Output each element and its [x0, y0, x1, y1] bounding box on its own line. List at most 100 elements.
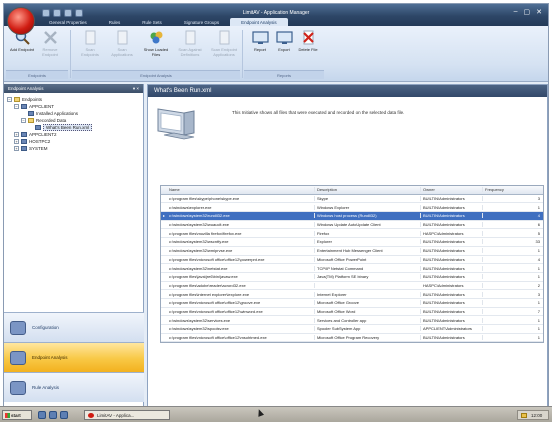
left-panel-title: Endpoint Analysis	[8, 86, 44, 91]
tree-node-system[interactable]: + SYSTEM	[14, 145, 48, 152]
pin-icon[interactable]: ▾ ×	[133, 86, 139, 91]
collapse-icon[interactable]: −	[21, 118, 26, 123]
taskbar-item-label: LimitAV - Applica...	[97, 413, 135, 418]
column-header-description[interactable]: Description	[315, 187, 421, 193]
table-row[interactable]: c:\program files\microsoft office\office…	[161, 256, 543, 265]
cell-owner: BUILTIN\Administrators	[421, 274, 483, 280]
tree-node-appclient2[interactable]: + APPCLIENT2	[14, 131, 57, 138]
explorer-icon[interactable]	[60, 411, 68, 419]
window-title: LimitAV - Application Manager	[242, 10, 310, 16]
desktop-icon[interactable]	[38, 411, 46, 419]
table-row[interactable]: c:\windows\system32\wscntfy.exe Explorer B…	[161, 238, 543, 247]
cell-name: c:\program files\adobe\reader\acrord32.e…	[167, 282, 315, 288]
group-endpoints: Endpoints	[6, 70, 68, 79]
cell-description: Microsoft Office PowerPoint	[315, 256, 421, 262]
browser-icon[interactable]	[49, 411, 57, 419]
table-row[interactable]: c:\program files\java\jre6\bin\javaw.exe…	[161, 273, 543, 282]
tab-signature-groups[interactable]: Signature Groups	[173, 18, 230, 26]
tree-node-whats-been-run[interactable]: What's Been Run.xml	[35, 124, 93, 131]
table-row[interactable]: c:\windows\explorer.exe Windows Explorer B…	[161, 203, 543, 213]
tree-node-label: Installed Applications	[36, 111, 79, 116]
tree-node-hostpc2[interactable]: + HOSTPC2	[14, 138, 50, 145]
scan-applications-button[interactable]: Scan Applications	[108, 30, 136, 57]
cell-owner: BUILTIN\Administrators	[421, 248, 483, 254]
table-row[interactable]: c:\windows\system32\spoolsv.exe Spooler S…	[161, 325, 543, 334]
cell-name: c:\windows\explorer.exe	[167, 204, 315, 210]
taskbar-item-app[interactable]: LimitAV - Applica...	[84, 410, 170, 420]
tray-icon[interactable]	[521, 413, 527, 418]
cell-owner: APPCLIENT\Administrators	[421, 326, 483, 332]
table-row[interactable]: c:\program files\skype\phone\skype.exe Sk…	[161, 195, 543, 204]
group-reports: Reports	[244, 70, 324, 79]
expand-icon[interactable]: +	[14, 139, 19, 144]
cell-description: Firefox	[315, 230, 421, 236]
cell-name: c:\program files\microsoft office\office…	[167, 300, 315, 306]
tree-node-installed-applications[interactable]: Installed Applications	[28, 110, 78, 117]
scan-against-definitions-button[interactable]: Scan Against Definitions	[176, 30, 204, 57]
window-controls: – ▢ ✕	[514, 8, 542, 16]
cell-name: c:\windows\system32\services.exe	[167, 317, 315, 323]
scan-applications-label: Scan Applications	[111, 47, 133, 57]
collapse-icon[interactable]: −	[7, 97, 12, 102]
cell-name: c:\program files\microsoft office\office…	[167, 256, 315, 262]
remove-endpoint-label: Remove Endpoint	[42, 47, 58, 57]
cell-frequency: 1	[537, 326, 540, 332]
scan-against-definitions-label: Scan Against Definitions	[178, 47, 202, 57]
nav-rule-analysis[interactable]: Rule Analysis	[4, 372, 144, 402]
minimize-button[interactable]: –	[514, 8, 518, 16]
table-row[interactable]: c:\program files\mozilla firefox\firefox…	[161, 229, 543, 239]
start-button[interactable]: start	[2, 410, 32, 420]
delete-file-label: Delete File	[298, 47, 318, 52]
cell-owner: BUILTIN\Administrators	[421, 300, 483, 306]
table-row[interactable]: c:\program files\microsoft office\office…	[161, 308, 543, 317]
expand-icon[interactable]: +	[14, 146, 19, 151]
expand-icon[interactable]: +	[14, 132, 19, 137]
delete-file-button[interactable]: Delete File	[294, 30, 322, 52]
cell-frequency: 1	[537, 274, 540, 280]
cell-description: Entertainment Hub Messenger Client	[315, 248, 421, 254]
table-row[interactable]: c:\windows\system32\services.exe Services…	[161, 316, 543, 325]
table-row[interactable]: ▸ c:\windows\system32\rundll32.exe Windows…	[161, 212, 543, 221]
tab-general-properties[interactable]: General Properties	[38, 18, 98, 26]
column-header-name[interactable]: Name	[167, 187, 315, 193]
tab-rules[interactable]: Rules	[98, 18, 132, 26]
cell-name: c:\program files\internet explorer\iexpl…	[167, 291, 315, 297]
cell-name: c:\windows\system32\rundll32.exe	[167, 213, 315, 219]
close-button[interactable]: ✕	[536, 8, 542, 16]
document-icon	[85, 30, 95, 45]
table-row[interactable]: c:\windows\system32\netstat.exe TCP/IP Ne…	[161, 264, 543, 273]
tree-node-endpoints[interactable]: − Endpoints	[7, 96, 42, 103]
table-row[interactable]: c:\program files\internet explorer\iexpl…	[161, 290, 543, 299]
table-row[interactable]: c:\program files\microsoft office\office…	[161, 334, 543, 343]
table-row[interactable]: c:\program files\microsoft office\office…	[161, 299, 543, 308]
endpoint-tree: − Endpoints − APPCLIENT Installed Applic…	[4, 93, 143, 307]
scan-endpoints-button[interactable]: Scan Endpoints	[76, 30, 104, 57]
application-menu-button[interactable]	[7, 7, 35, 35]
cell-frequency: 1	[537, 265, 540, 271]
tree-node-appclient[interactable]: − APPCLIENT	[14, 103, 54, 110]
nav-label: Endpoint Analysis	[32, 355, 68, 360]
cell-frequency: 1	[537, 317, 540, 323]
cell-owner: BUILTIN\Administrators	[421, 256, 483, 262]
table-row[interactable]: c:\windows\system32\wmiprvse.exe Entertai…	[161, 247, 543, 256]
scan-endpoint-applications-button[interactable]: Scan Endpoint Applications	[210, 30, 238, 57]
cell-frequency: 3	[537, 291, 540, 297]
table-row[interactable]: c:\windows\system32\wuauclt.exe Windows U…	[161, 221, 543, 230]
cell-name: c:\program files\skype\phone\skype.exe	[167, 196, 315, 202]
collapse-icon[interactable]: −	[14, 104, 19, 109]
column-header-owner[interactable]: Owner	[421, 187, 483, 193]
nav-configuration[interactable]: Configuration	[4, 312, 144, 342]
table-row[interactable]: c:\program files\adobe\reader\acrord32.e…	[161, 282, 543, 291]
computer-icon	[21, 146, 27, 151]
tab-endpoint-analysis[interactable]: Endpoint Analysis	[230, 18, 288, 26]
show-loaded-files-button[interactable]: Show Loaded Files	[142, 30, 170, 57]
column-header-frequency[interactable]: Frequency	[483, 187, 543, 192]
tree-node-recorded-data[interactable]: − Recorded Data	[21, 117, 66, 124]
maximize-button[interactable]: ▢	[524, 8, 531, 16]
cell-owner: BUILTIN\Administrators	[421, 317, 483, 323]
nav-endpoint-analysis[interactable]: Endpoint Analysis	[4, 342, 144, 372]
tab-rule-sets[interactable]: Rule Sets	[131, 18, 173, 26]
remove-endpoint-button[interactable]: Remove Endpoint	[36, 30, 64, 57]
cell-description: Skype	[315, 196, 421, 202]
windows-logo-icon	[5, 413, 10, 418]
